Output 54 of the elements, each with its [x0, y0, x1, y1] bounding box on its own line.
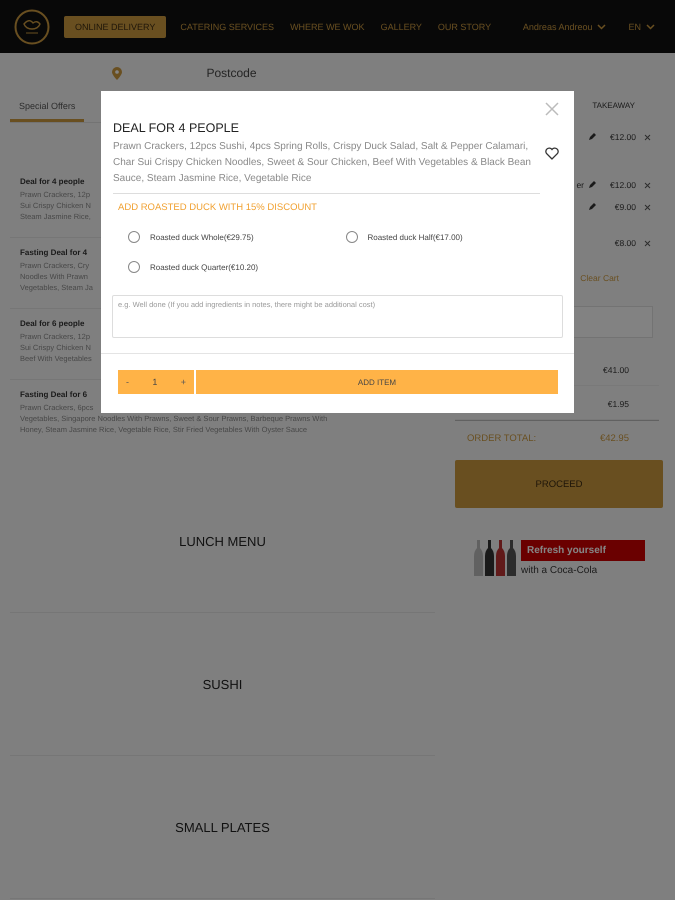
option-radio[interactable]: Roasted duck Half(€17.00)	[346, 231, 463, 243]
item-title[interactable]: Fasting Deal for 4	[20, 248, 88, 257]
cart-item-price: €12.00	[609, 132, 636, 142]
section-heading[interactable]: SUSHI	[202, 676, 242, 692]
chevron-down-icon	[597, 24, 606, 30]
add-item-button[interactable]: ADD ITEM	[196, 370, 558, 394]
nav-link[interactable]: ONLINE DELIVERY	[64, 16, 166, 38]
item-title[interactable]: Fasting Deal for 6	[20, 390, 88, 399]
postcode-field[interactable]: Postcode	[130, 65, 334, 81]
bottles-icon	[473, 538, 519, 578]
order-total-amount: €42.95	[600, 433, 629, 444]
edit-icon[interactable]	[588, 133, 596, 141]
option-heading: ADD ROASTED DUCK WITH 15% DISCOUNT	[118, 202, 318, 213]
subtotal-amount: €41.00	[603, 365, 629, 375]
section-heading[interactable]: LUNCH MENU	[179, 534, 266, 548]
option-radio[interactable]: Roasted duck Whole(€29.75)	[128, 231, 254, 243]
close-icon[interactable]	[545, 102, 559, 116]
cart-item-name: er	[576, 180, 584, 190]
remove-icon[interactable]	[644, 204, 651, 210]
increase-button[interactable]: +	[178, 377, 188, 387]
decrease-button[interactable]: -	[124, 377, 131, 387]
location-pin-icon	[112, 66, 122, 80]
nav-link[interactable]: OUR STORY	[432, 16, 498, 38]
remove-icon[interactable]	[644, 240, 651, 246]
item-title[interactable]: Deal for 6 people	[20, 319, 84, 328]
nav-link[interactable]: WHERE WE WOK	[284, 16, 371, 38]
chevron-down-icon	[646, 24, 655, 30]
order-mode-label: TAKEAWAY	[592, 101, 635, 110]
dialog-description: Prawn Crackers, 12pcs Sushi, 4pcs Spring Rolls, Crispy Duck Salad, Salt & Pepper Calamari, Char Sui Crispy Chicken Noodles, Sweet & Sour Chicken, Beef With Vegetables & Black Bean Sauce, Steam Jasmine Rice, Vegetable Rice	[113, 139, 540, 194]
remove-icon[interactable]	[644, 134, 651, 140]
cart-item-price: €12.00	[609, 180, 636, 190]
cart-item-price: €9.00	[614, 202, 636, 212]
proceed-button[interactable]: PROCEED	[455, 460, 663, 508]
logo-icon[interactable]	[14, 8, 50, 44]
ad-headline: Refresh yourself	[521, 540, 645, 561]
quantity-stepper[interactable]: - 1 +	[118, 370, 194, 394]
ad-tagline: with a Coca-Cola	[521, 565, 598, 576]
heart-icon[interactable]	[545, 147, 559, 160]
remove-icon[interactable]	[644, 182, 651, 188]
order-total-label: ORDER TOTAL:	[467, 433, 536, 444]
nav-link[interactable]: GALLERY	[374, 16, 428, 38]
fee-amount: €1.95	[608, 399, 629, 409]
category-tab[interactable]: Special Offers	[10, 93, 84, 122]
edit-icon[interactable]	[588, 181, 596, 189]
nav-link[interactable]: CATERING SERVICES	[174, 16, 280, 38]
cart-item-price: €8.00	[614, 238, 636, 248]
dialog-title: DEAL FOR 4 PEOPLE	[113, 121, 240, 135]
edit-icon[interactable]	[588, 203, 596, 211]
option-radio[interactable]: Roasted duck Quarter(€10.20)	[128, 261, 258, 273]
item-title[interactable]: Deal for 4 people	[20, 177, 84, 186]
section-heading[interactable]: SMALL PLATES	[175, 820, 270, 834]
user-menu[interactable]: Andreas Andreou	[516, 16, 612, 38]
language-menu[interactable]: EN	[622, 16, 661, 38]
quantity-value: 1	[152, 377, 158, 387]
